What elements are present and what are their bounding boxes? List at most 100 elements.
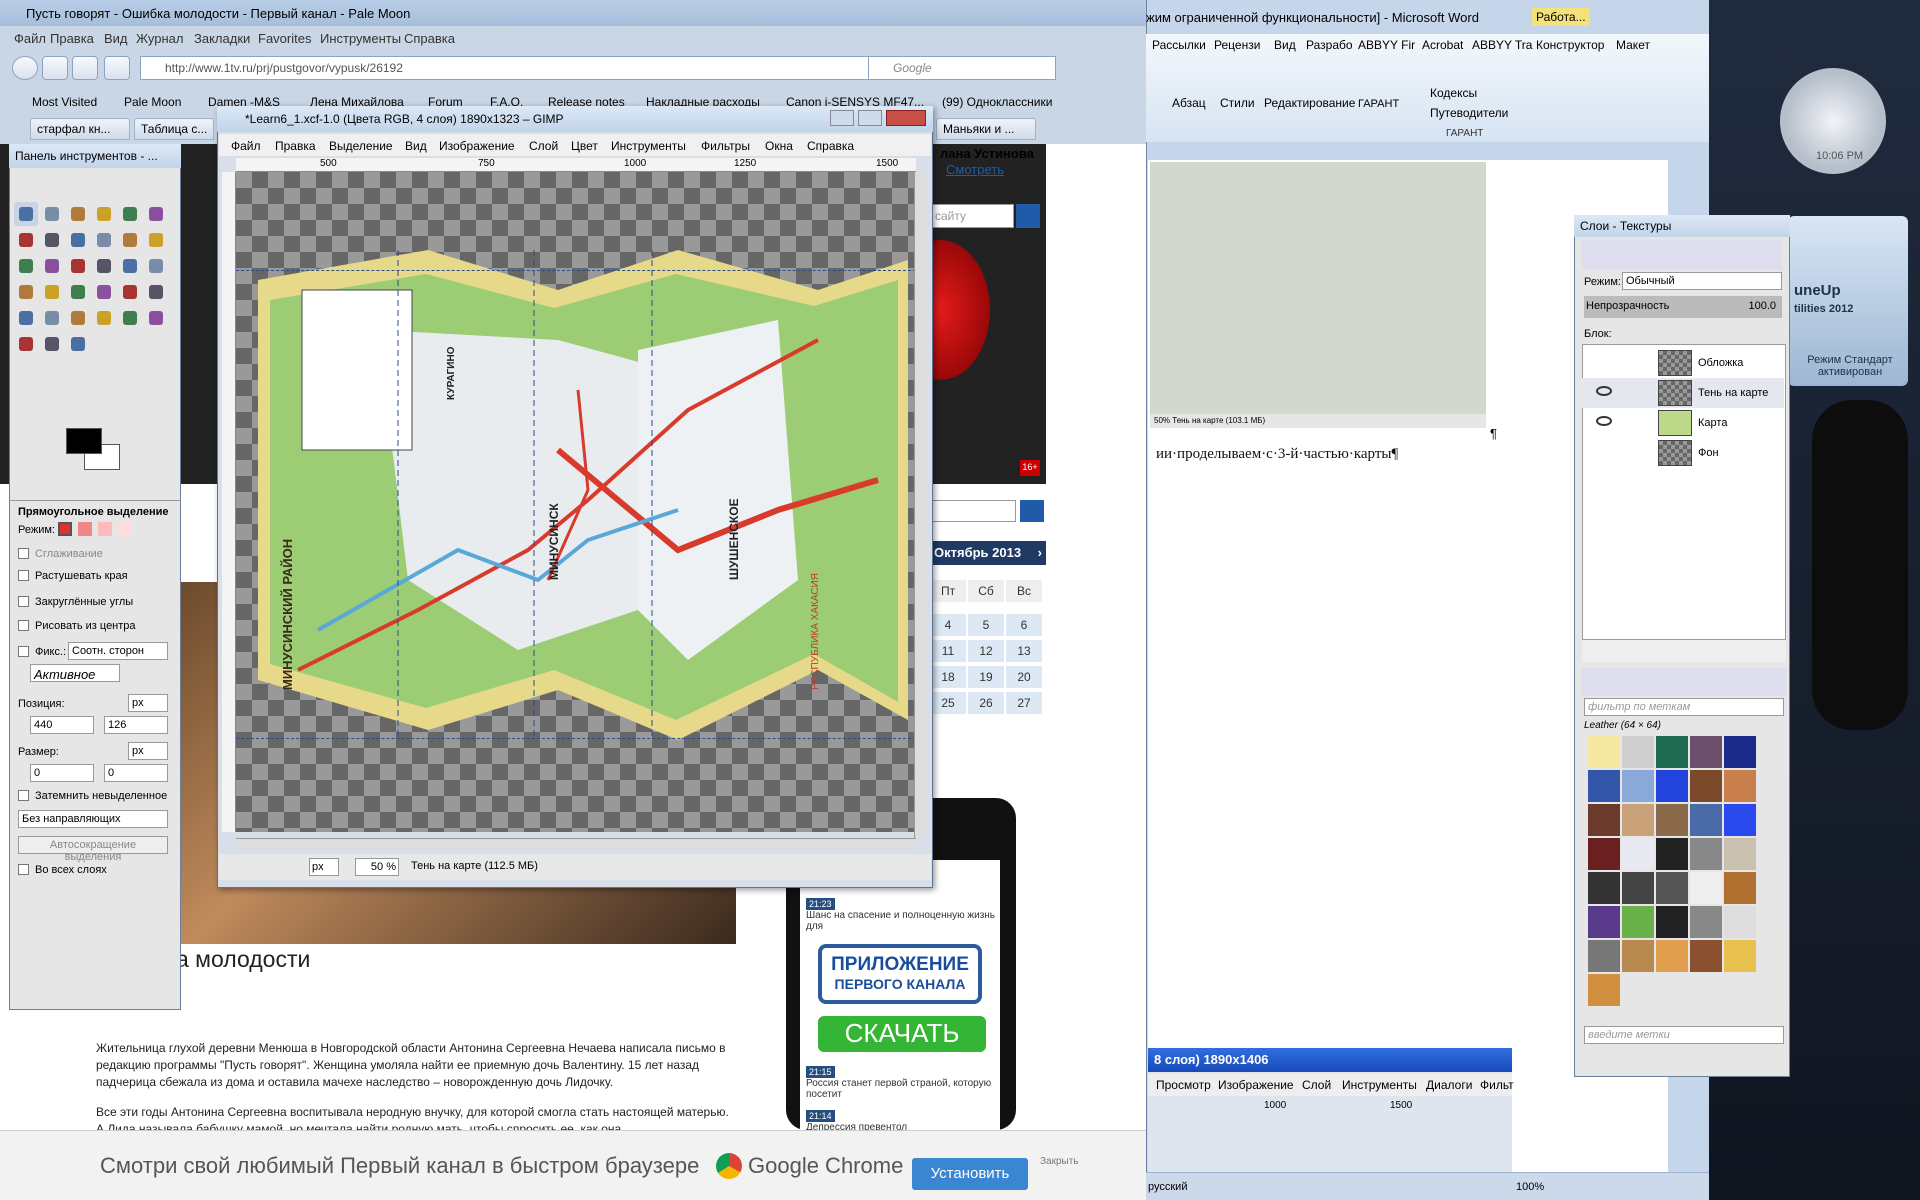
minimize-button[interactable] xyxy=(830,110,854,126)
align-icon[interactable] xyxy=(14,254,38,278)
group-paragraph[interactable]: Абзац xyxy=(1172,96,1206,110)
install-button[interactable]: Установить xyxy=(912,1158,1028,1190)
pattern-swatch[interactable] xyxy=(1588,872,1620,904)
calendar-day[interactable]: 27 xyxy=(1006,692,1042,714)
feather-checkbox[interactable]: Растушевать края xyxy=(18,570,128,582)
context-tab[interactable]: Работа... xyxy=(1532,8,1590,26)
ink-icon[interactable] xyxy=(92,306,116,330)
pattern-swatch[interactable] xyxy=(1656,940,1688,972)
tags-input[interactable]: введите метки xyxy=(1584,1026,1784,1044)
foreground-color-swatch[interactable] xyxy=(66,428,102,454)
group-editing[interactable]: Редактирование xyxy=(1264,96,1355,110)
mode-subtract-icon[interactable] xyxy=(98,522,112,536)
shear-icon[interactable] xyxy=(118,254,142,278)
foreground-select-icon[interactable] xyxy=(14,228,38,252)
guide-line[interactable] xyxy=(236,270,916,271)
maximize-button[interactable] xyxy=(858,110,882,126)
ribbon-tab[interactable]: Вид xyxy=(1274,38,1296,52)
calendar-day[interactable]: 26 xyxy=(968,692,1004,714)
gimp-menu-item[interactable]: Файл xyxy=(231,139,261,153)
ribbon-tab[interactable]: Макет xyxy=(1616,38,1650,52)
calendar-day[interactable]: 5 xyxy=(968,614,1004,636)
gimp-menu-item[interactable]: Инструменты xyxy=(611,139,686,153)
active-field[interactable]: Активное xyxy=(30,664,120,682)
bookmark-item[interactable]: (99) Одноклассники xyxy=(942,95,1052,109)
pencil-icon[interactable] xyxy=(144,280,168,304)
pattern-swatch[interactable] xyxy=(1724,804,1756,836)
ribbon-tab[interactable]: Рецензи xyxy=(1214,38,1260,52)
calendar-day[interactable]: 12 xyxy=(968,640,1004,662)
rotate-icon[interactable] xyxy=(66,254,90,278)
center-checkbox[interactable]: Рисовать из центра xyxy=(18,620,136,632)
gimp-menu-item[interactable]: Окна xyxy=(765,139,793,153)
tuneup-gadget[interactable]: uneUp tilities 2012 Режим Стандарт активи… xyxy=(1788,216,1908,386)
autoshrink-button[interactable]: Автосокращение выделения xyxy=(18,836,168,863)
pattern-swatch[interactable] xyxy=(1690,906,1722,938)
zoom-select[interactable]: 50 % xyxy=(355,858,399,876)
pattern-swatch[interactable] xyxy=(1656,804,1688,836)
pattern-swatch[interactable] xyxy=(1656,736,1688,768)
eraser-icon[interactable] xyxy=(40,306,64,330)
fixed-checkbox[interactable]: Фикс.: xyxy=(18,646,66,658)
antialias-checkbox[interactable]: Сглаживание xyxy=(18,548,103,560)
layer-mode-select[interactable]: Обычный xyxy=(1622,272,1782,290)
color-select-icon[interactable] xyxy=(118,202,142,226)
ellipse-select-icon[interactable] xyxy=(40,202,64,226)
tab[interactable]: Таблица с... xyxy=(134,118,214,140)
zoom-icon[interactable] xyxy=(92,228,116,252)
pattern-swatch[interactable] xyxy=(1656,838,1688,870)
dim-checkbox[interactable]: Затемнить невыделенное xyxy=(18,790,167,802)
pattern-swatch[interactable] xyxy=(1724,940,1756,972)
menu-file[interactable]: Файл xyxy=(14,31,46,46)
pattern-swatch[interactable] xyxy=(1690,736,1722,768)
size-unit-select[interactable]: px xyxy=(128,742,168,760)
pattern-swatch[interactable] xyxy=(1622,770,1654,802)
pattern-swatch[interactable] xyxy=(1724,872,1756,904)
clone-icon[interactable] xyxy=(118,306,142,330)
ribbon-tab[interactable]: Рассылки xyxy=(1152,38,1206,52)
calendar-day[interactable]: 4 xyxy=(930,614,966,636)
crop-icon[interactable] xyxy=(40,254,64,278)
back-button[interactable] xyxy=(12,56,38,80)
gimp2-menu-item[interactable]: Диалоги xyxy=(1426,1078,1472,1092)
layer-row[interactable]: Карта xyxy=(1582,408,1784,438)
gimp-menu-item[interactable]: Фильтры xyxy=(701,139,750,153)
reload-button[interactable] xyxy=(72,56,98,80)
horizontal-scrollbar[interactable] xyxy=(236,838,916,850)
scissors-icon[interactable] xyxy=(144,202,168,226)
position-y-input[interactable]: 126 xyxy=(104,716,168,734)
pattern-swatch[interactable] xyxy=(1690,940,1722,972)
watch-link[interactable]: Смотреть xyxy=(946,162,1004,177)
group-styles[interactable]: Стили xyxy=(1220,96,1255,110)
bookmark-item[interactable]: Most Visited xyxy=(32,95,97,109)
size-x-input[interactable]: 0 xyxy=(30,764,94,782)
measure-icon[interactable] xyxy=(118,228,142,252)
calendar-day[interactable]: 19 xyxy=(968,666,1004,688)
paintbrush-icon[interactable] xyxy=(14,306,38,330)
menu-view[interactable]: Вид xyxy=(104,31,128,46)
gimp2-menu-item[interactable]: Слой xyxy=(1302,1078,1331,1092)
pattern-swatch[interactable] xyxy=(1724,838,1756,870)
gimp-menu-item[interactable]: Выделение xyxy=(329,139,393,153)
close-button[interactable] xyxy=(886,110,926,126)
next-month-icon[interactable]: › xyxy=(1038,545,1042,560)
pattern-swatch[interactable] xyxy=(1656,770,1688,802)
pattern-swatch[interactable] xyxy=(1588,838,1620,870)
pattern-swatch[interactable] xyxy=(1656,872,1688,904)
smudge-icon[interactable] xyxy=(14,332,38,356)
gimp-menu-item[interactable]: Справка xyxy=(807,139,854,153)
pattern-swatch[interactable] xyxy=(1588,940,1620,972)
pattern-swatch[interactable] xyxy=(1656,906,1688,938)
pattern-swatch[interactable] xyxy=(1622,940,1654,972)
tag-filter-select[interactable]: фильтр по меткам xyxy=(1584,698,1784,716)
text-icon[interactable] xyxy=(66,280,90,304)
bookmark-item[interactable]: Pale Moon xyxy=(124,95,181,109)
mode-replace-icon[interactable] xyxy=(58,522,72,536)
layer-row[interactable]: Тень на карте xyxy=(1582,378,1784,408)
pattern-swatch[interactable] xyxy=(1690,770,1722,802)
ribbon-tab[interactable]: Конструктор xyxy=(1536,38,1604,52)
search-icon[interactable] xyxy=(1016,204,1040,228)
flip-icon[interactable] xyxy=(14,280,38,304)
ribbon-tab[interactable]: Acrobat xyxy=(1422,38,1463,52)
menu-tools[interactable]: Инструменты xyxy=(320,31,401,46)
